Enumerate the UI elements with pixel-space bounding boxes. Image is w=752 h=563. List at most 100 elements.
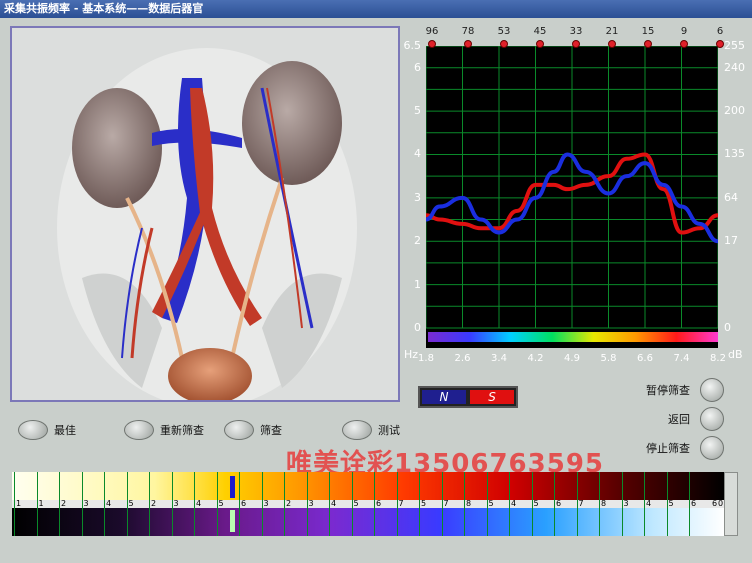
y-tick-left: 1 bbox=[414, 277, 421, 291]
spectrum-numbers: 112345234563234567578545678345660 bbox=[12, 499, 724, 508]
kidney-anatomy-illustration bbox=[12, 28, 398, 400]
spectrum-tick bbox=[689, 472, 690, 536]
rescreen-button[interactable]: 重新筛查 bbox=[124, 420, 204, 440]
spectrum-tick bbox=[621, 472, 623, 536]
spectrum-tick bbox=[396, 472, 398, 536]
spectrum-selector-bottom[interactable] bbox=[230, 510, 235, 532]
chart-svg bbox=[425, 45, 719, 329]
top-marker-dot bbox=[644, 40, 652, 48]
spectrum-number: 1 bbox=[38, 499, 44, 508]
y-tick-left: 6.5 bbox=[403, 39, 422, 52]
x-tick: 4.9 bbox=[564, 353, 580, 364]
top-marker-label: 96 bbox=[425, 26, 439, 37]
spectrum-tick bbox=[261, 472, 263, 536]
spectrum-number: 5 bbox=[533, 499, 539, 508]
spectrum-scrollbar[interactable] bbox=[724, 472, 738, 536]
left-kidney bbox=[72, 88, 162, 208]
spectrum-number: 6 bbox=[691, 499, 697, 508]
test-button-oval[interactable] bbox=[342, 420, 372, 440]
spectrum-number: 5 bbox=[488, 499, 494, 508]
top-marker-label: 21 bbox=[605, 26, 619, 37]
spectrum-number: 5 bbox=[128, 499, 134, 508]
spectrum-tick bbox=[104, 472, 105, 536]
spectrum-tick bbox=[351, 472, 353, 536]
spectrum-number: 4 bbox=[106, 499, 112, 508]
spectrum-selector-top[interactable] bbox=[230, 476, 235, 498]
spectrum-tick bbox=[171, 472, 173, 536]
n-mode-button[interactable]: N bbox=[422, 390, 466, 404]
spectrum-tick bbox=[531, 472, 533, 536]
back-round[interactable] bbox=[700, 407, 724, 431]
spectrum-bottom bbox=[12, 508, 724, 536]
y-tick-right: 0 bbox=[724, 321, 731, 334]
spectrum-end-number: 0 bbox=[718, 499, 724, 508]
spectrum-tick bbox=[216, 472, 218, 536]
x-tick: 3.4 bbox=[491, 353, 507, 364]
spectrum-tick bbox=[81, 472, 83, 536]
rescreen-button-label: 重新筛查 bbox=[160, 424, 204, 437]
spectrum-end-number: 6 bbox=[712, 499, 718, 508]
top-marker-label: 53 bbox=[497, 26, 511, 37]
top-marker-dot bbox=[500, 40, 508, 48]
spectrum-number: 3 bbox=[83, 499, 89, 508]
y-tick-left: 5 bbox=[414, 104, 421, 118]
spectrum-number: 7 bbox=[443, 499, 449, 508]
y-tick-right: 17 bbox=[724, 234, 738, 248]
screen-button[interactable]: 筛查 bbox=[224, 420, 282, 440]
right-kidney bbox=[242, 61, 342, 185]
x-tick: 6.6 bbox=[637, 353, 653, 364]
y-tick-right: 135 bbox=[724, 147, 745, 161]
spectrum-bar[interactable]: 112345234563234567578545678345660 bbox=[12, 472, 724, 536]
stop-screen-label: 停止筛查 bbox=[646, 442, 690, 455]
spectrum-number: 6 bbox=[556, 499, 562, 508]
y-tick-right: 64 bbox=[724, 190, 738, 204]
spectrum-tick bbox=[441, 472, 443, 536]
chart-color-scale bbox=[428, 332, 718, 342]
top-marker-label: 15 bbox=[641, 26, 655, 37]
spectrum-tick bbox=[419, 472, 420, 536]
best-button-oval[interactable] bbox=[18, 420, 48, 440]
spectrum-number: 4 bbox=[196, 499, 202, 508]
stop-screen-button[interactable]: 停止筛查 bbox=[630, 436, 724, 460]
spectrum-tick bbox=[486, 472, 488, 536]
spectrum-number: 3 bbox=[623, 499, 629, 508]
spectrum-number: 8 bbox=[466, 499, 472, 508]
spectrum-tick bbox=[554, 472, 555, 536]
test-button[interactable]: 测试 bbox=[342, 420, 400, 440]
spectrum-number: 5 bbox=[353, 499, 359, 508]
spectrum-number: 1 bbox=[16, 499, 22, 508]
stop-screen-round[interactable] bbox=[700, 436, 724, 460]
x-tick: 7.4 bbox=[673, 353, 690, 364]
top-marker-label: 33 bbox=[569, 26, 583, 37]
spectrum-tick bbox=[194, 472, 195, 536]
spectrum-tick bbox=[644, 472, 645, 536]
spectrum-tick bbox=[59, 472, 60, 536]
spectrum-number: 3 bbox=[173, 499, 179, 508]
spectrum-number: 5 bbox=[668, 499, 674, 508]
spectrum-number: 7 bbox=[398, 499, 404, 508]
top-marker-dot bbox=[680, 40, 688, 48]
screen-button-oval[interactable] bbox=[224, 420, 254, 440]
spectrum-tick bbox=[126, 472, 128, 536]
spectrum-number: 2 bbox=[151, 499, 157, 508]
y-tick-left: 6 bbox=[414, 60, 421, 74]
back-button[interactable]: 返回 bbox=[630, 407, 724, 431]
rescreen-button-oval[interactable] bbox=[124, 420, 154, 440]
y-tick-left: 3 bbox=[414, 190, 421, 204]
top-marker-label: 78 bbox=[461, 26, 475, 37]
test-button-label: 测试 bbox=[378, 424, 400, 437]
spectrum-number: 8 bbox=[601, 499, 607, 508]
back-label: 返回 bbox=[668, 413, 690, 426]
spectrum-tick bbox=[666, 472, 668, 536]
top-marker-dot bbox=[572, 40, 580, 48]
pause-screen-label: 暂停筛查 bbox=[646, 384, 690, 397]
s-mode-button[interactable]: S bbox=[470, 390, 514, 404]
screen-button-label: 筛查 bbox=[260, 424, 282, 437]
spectrum-number: 4 bbox=[511, 499, 517, 508]
pause-screen-round[interactable] bbox=[700, 378, 724, 402]
best-button[interactable]: 最佳 bbox=[18, 420, 76, 440]
top-marker-label: 6 bbox=[716, 26, 724, 37]
spectrum-tick bbox=[36, 472, 38, 536]
ns-toggle[interactable]: N S bbox=[418, 386, 518, 408]
pause-screen-button[interactable]: 暂停筛查 bbox=[630, 378, 724, 402]
